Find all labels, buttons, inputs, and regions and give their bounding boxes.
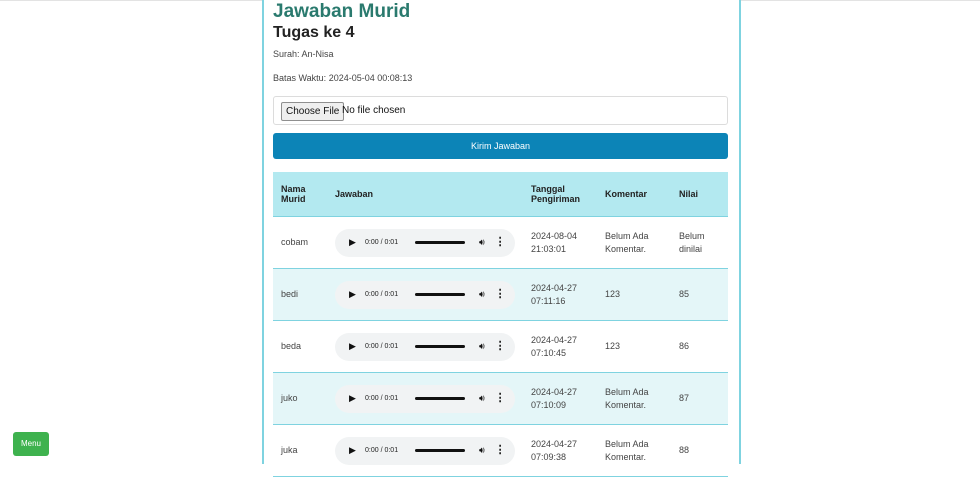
student-name: juka [273, 424, 327, 477]
column-header-comment: Komentar [597, 172, 671, 217]
audio-progress-slider[interactable] [415, 293, 465, 296]
student-name: cobam [273, 216, 327, 269]
table-row: juka ▶ 0:00 / 0:01 🔊︎ ⋮ 2024-04-27 07:09… [273, 424, 728, 477]
volume-icon[interactable]: 🔊︎ [479, 340, 485, 353]
audio-progress-slider[interactable] [415, 345, 465, 348]
play-icon[interactable]: ▶ [349, 392, 359, 405]
choose-file-button[interactable]: Choose File [281, 102, 345, 121]
play-icon[interactable]: ▶ [349, 444, 359, 457]
audio-progress-slider[interactable] [415, 449, 465, 452]
play-icon[interactable]: ▶ [349, 236, 359, 249]
answer-cell: ▶ 0:00 / 0:01 🔊︎ ⋮ [327, 320, 523, 373]
page-title: Jawaban Murid [273, 1, 411, 22]
score: 87 [671, 372, 728, 425]
answer-cell: ▶ 0:00 / 0:01 🔊︎ ⋮ [327, 216, 523, 269]
table-row: juko ▶ 0:00 / 0:01 🔊︎ ⋮ 2024-04-27 07:10… [273, 372, 728, 425]
comment: 123 [597, 268, 671, 321]
submission-date: 2024-08-04 21:03:01 [523, 216, 597, 269]
volume-icon[interactable]: 🔊︎ [479, 288, 485, 301]
submission-date: 2024-04-27 07:10:09 [523, 372, 597, 425]
column-header-score: Nilai [671, 172, 728, 217]
comment: Belum Ada Komentar. [597, 372, 671, 425]
table-row: beda ▶ 0:00 / 0:01 🔊︎ ⋮ 2024-04-27 07:10… [273, 320, 728, 373]
column-header-name: Nama Murid [273, 172, 327, 217]
audio-player[interactable]: ▶ 0:00 / 0:01 🔊︎ ⋮ [335, 332, 515, 361]
audio-player[interactable]: ▶ 0:00 / 0:01 🔊︎ ⋮ [335, 384, 515, 413]
surah-label: Surah: An-Nisa [273, 49, 334, 59]
column-header-date: Tanggal Pengiriman [523, 172, 597, 217]
play-icon[interactable]: ▶ [349, 288, 359, 301]
audio-time: 0:00 / 0:01 [365, 291, 399, 298]
student-name: juko [273, 372, 327, 425]
more-options-icon[interactable]: ⋮ [495, 288, 506, 301]
file-input[interactable]: Choose File No file chosen [273, 96, 728, 125]
comment: Belum Ada Komentar. [597, 424, 671, 477]
submission-date: 2024-04-27 07:09:38 [523, 424, 597, 477]
audio-player[interactable]: ▶ 0:00 / 0:01 🔊︎ ⋮ [335, 436, 515, 465]
volume-icon[interactable]: 🔊︎ [479, 236, 485, 249]
table-row: bedi ▶ 0:00 / 0:01 🔊︎ ⋮ 2024-04-27 07:11… [273, 268, 728, 321]
answer-cell: ▶ 0:00 / 0:01 🔊︎ ⋮ [327, 268, 523, 321]
more-options-icon[interactable]: ⋮ [495, 236, 506, 249]
audio-progress-slider[interactable] [415, 397, 465, 400]
submit-answer-button[interactable]: Kirim Jawaban [273, 133, 728, 159]
more-options-icon[interactable]: ⋮ [495, 444, 506, 457]
menu-button[interactable]: Menu [13, 432, 49, 456]
audio-time: 0:00 / 0:01 [365, 239, 399, 246]
more-options-icon[interactable]: ⋮ [495, 392, 506, 405]
volume-icon[interactable]: 🔊︎ [479, 444, 485, 457]
table-row: cobam ▶ 0:00 / 0:01 🔊︎ ⋮ 2024-08-04 21:0… [273, 216, 728, 269]
column-header-answer: Jawaban [327, 172, 523, 217]
score: 85 [671, 268, 728, 321]
deadline-label: Batas Waktu: 2024-05-04 00:08:13 [273, 73, 413, 83]
play-icon[interactable]: ▶ [349, 340, 359, 353]
comment: 123 [597, 320, 671, 373]
audio-player[interactable]: ▶ 0:00 / 0:01 🔊︎ ⋮ [335, 280, 515, 309]
audio-time: 0:00 / 0:01 [365, 343, 399, 350]
file-status-text: No file chosen [342, 105, 406, 116]
volume-icon[interactable]: 🔊︎ [479, 392, 485, 405]
score: Belum dinilai [671, 216, 728, 269]
submission-date: 2024-04-27 07:11:16 [523, 268, 597, 321]
score: 86 [671, 320, 728, 373]
comment: Belum Ada Komentar. [597, 216, 671, 269]
submission-date: 2024-04-27 07:10:45 [523, 320, 597, 373]
assignment-title: Tugas ke 4 [273, 24, 355, 41]
audio-progress-slider[interactable] [415, 241, 465, 244]
audio-time: 0:00 / 0:01 [365, 447, 399, 454]
student-name: beda [273, 320, 327, 373]
answer-cell: ▶ 0:00 / 0:01 🔊︎ ⋮ [327, 424, 523, 477]
more-options-icon[interactable]: ⋮ [495, 340, 506, 353]
score: 88 [671, 424, 728, 477]
table-header-row: Nama Murid Jawaban Tanggal Pengiriman Ko… [273, 172, 728, 217]
audio-player[interactable]: ▶ 0:00 / 0:01 🔊︎ ⋮ [335, 228, 515, 257]
audio-time: 0:00 / 0:01 [365, 395, 399, 402]
student-name: bedi [273, 268, 327, 321]
answer-cell: ▶ 0:00 / 0:01 🔊︎ ⋮ [327, 372, 523, 425]
answers-table: Nama Murid Jawaban Tanggal Pengiriman Ko… [273, 172, 728, 477]
